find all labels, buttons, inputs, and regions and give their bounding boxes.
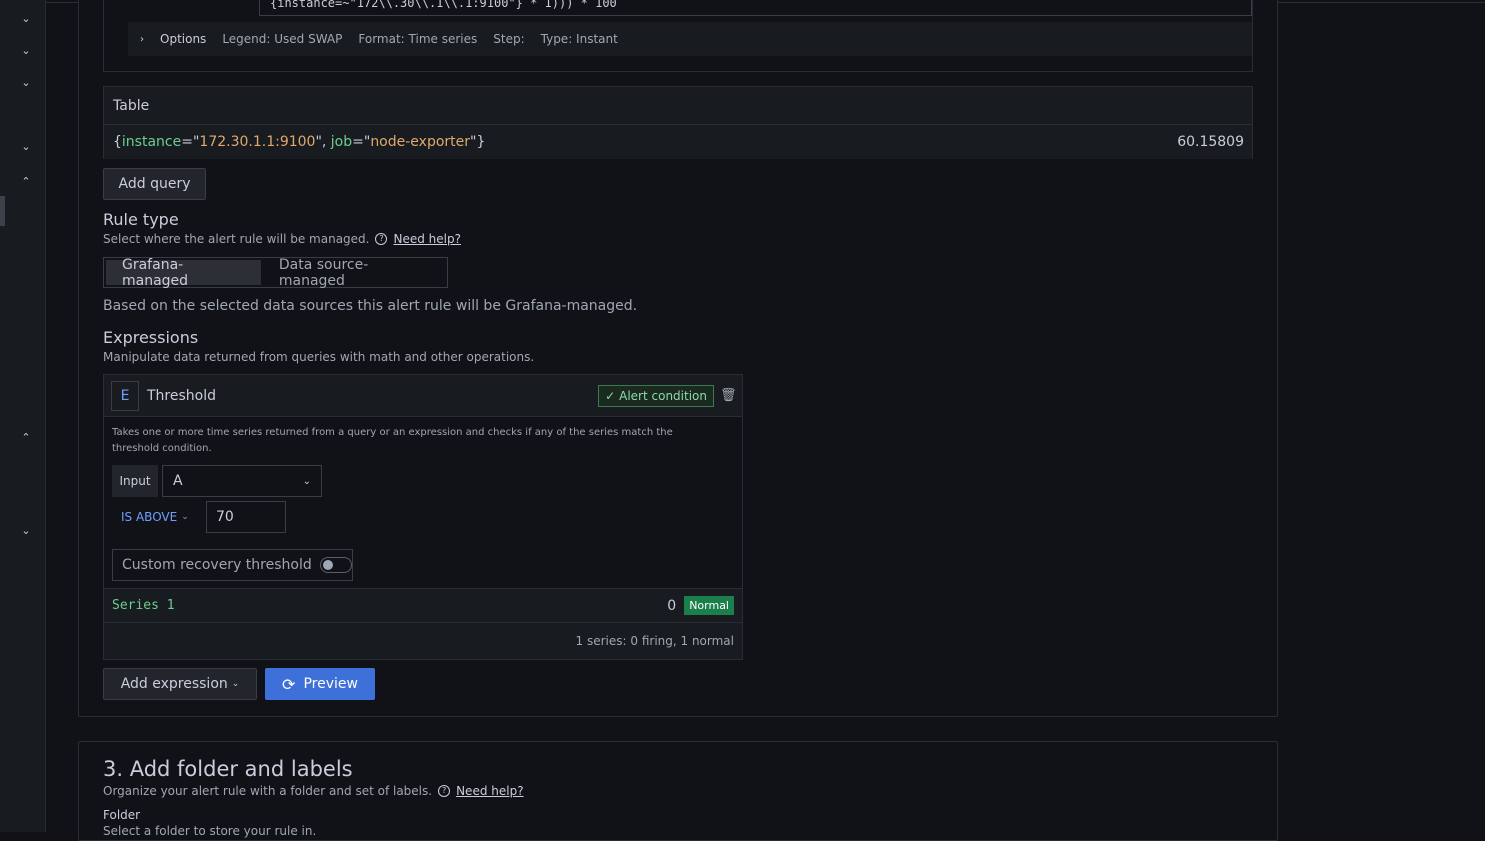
query-options-row[interactable]: › Options Legend: Used SWAP Format: Time… <box>128 22 1252 56</box>
input-label: Input <box>112 465 158 497</box>
expressions-desc: Manipulate data returned from queries wi… <box>103 350 535 364</box>
help-icon: ? <box>438 785 451 797</box>
options-title: Options <box>160 32 207 46</box>
chevron-right-icon[interactable]: › <box>140 34 150 45</box>
chevron-up-icon[interactable]: ⌃ <box>16 174 36 190</box>
series-name: Series 1 <box>112 598 175 613</box>
add-query-button[interactable]: Add query <box>103 168 206 200</box>
need-help-link[interactable]: Need help? <box>393 232 460 246</box>
expression-name[interactable]: Threshold <box>147 388 598 404</box>
expressions-title: Expressions <box>103 328 199 347</box>
folder-desc: Select a folder to store your rule in. <box>103 824 317 838</box>
custom-recovery-threshold: Custom recovery threshold <box>112 549 353 581</box>
rule-type-desc: Select where the alert rule will be mana… <box>103 232 461 246</box>
table-row: {instance="172.30.1.1:9100", job="node-e… <box>104 125 1252 159</box>
series-row: Series 1 0 Normal <box>104 589 742 623</box>
chevron-down-icon[interactable]: ⌄ <box>16 523 36 539</box>
expression-header: E Threshold ✓ Alert condition 🗑 <box>104 375 742 417</box>
trash-icon[interactable]: 🗑 <box>720 388 737 403</box>
add-expression-button[interactable]: Add expression ⌄ <box>103 668 257 700</box>
sidebar-active-marker <box>0 196 5 226</box>
chevron-down-icon[interactable]: ⌄ <box>16 75 36 91</box>
chevron-up-icon[interactable]: ⌃ <box>16 430 36 446</box>
chevron-down-icon[interactable]: ⌄ <box>16 43 36 59</box>
table-value: 60.15809 <box>1177 134 1244 150</box>
need-help-link[interactable]: Need help? <box>456 784 523 798</box>
threshold-expression-card: E Threshold ✓ Alert condition 🗑 Takes on… <box>103 374 743 660</box>
alert-condition-button[interactable]: ✓ Alert condition <box>598 384 714 407</box>
operator-select[interactable]: IS ABOVE ⌄ <box>112 501 189 533</box>
section3-title: 3. Add folder and labels <box>103 757 353 781</box>
expression-description: Takes one or more time series returned f… <box>112 427 673 454</box>
query-code-line[interactable]: {instance=~"172\\.30\\.1\\.1:9100"} * 1)… <box>259 0 1252 16</box>
check-icon: ✓ <box>605 388 616 403</box>
help-icon: ? <box>375 233 388 245</box>
chevron-down-icon: ⌄ <box>231 679 240 689</box>
rule-type-title: Rule type <box>103 210 179 229</box>
chevron-down-icon: ⌄ <box>302 475 311 487</box>
rule-type-info: Based on the selected data sources this … <box>103 298 638 314</box>
threshold-input[interactable]: 70 <box>206 501 286 533</box>
folder-label: Folder <box>103 808 141 822</box>
chevron-down-icon[interactable]: ⌄ <box>16 139 36 155</box>
recovery-toggle[interactable] <box>319 557 352 573</box>
series-labels: {instance="172.30.1.1:9100", job="node-e… <box>113 134 486 150</box>
options-format: Format: Time series <box>358 32 478 46</box>
status-badge: Normal <box>684 596 734 615</box>
chevron-down-icon[interactable]: ⌄ <box>16 11 36 27</box>
series-summary: 1 series: 0 firing, 1 normal <box>575 634 734 648</box>
radio-grafana-managed[interactable]: Grafana-managed <box>106 257 261 289</box>
refresh-icon: ⟳ <box>282 674 296 694</box>
input-select[interactable]: A ⌄ <box>162 465 322 497</box>
table-panel: Table {instance="172.30.1.1:9100", job="… <box>103 86 1253 159</box>
table-title: Table <box>104 87 1252 125</box>
options-type: Type: Instant <box>540 32 618 46</box>
preview-button[interactable]: ⟳ Preview <box>265 668 375 700</box>
expression-ref-badge: E <box>111 380 139 411</box>
sidebar: ⌄ ⌄ ⌄ ⌄ ⌃ ⌃ ⌄ <box>0 0 46 832</box>
chevron-down-icon: ⌄ <box>181 512 189 522</box>
section3-desc: Organize your alert rule with a folder a… <box>103 784 524 798</box>
series-value: 0 <box>667 597 677 614</box>
radio-data-source-managed[interactable]: Data source-managed <box>263 257 445 289</box>
expression-body: Takes one or more time series returned f… <box>104 417 742 589</box>
options-step: Step: <box>493 32 525 46</box>
main-content: {instance=~"172\\.30\\.1\\.1:9100"} * 1)… <box>46 0 1485 841</box>
rule-type-radio-group: Grafana-managed Data source-managed <box>103 257 448 289</box>
options-legend: Legend: Used SWAP <box>222 32 343 46</box>
